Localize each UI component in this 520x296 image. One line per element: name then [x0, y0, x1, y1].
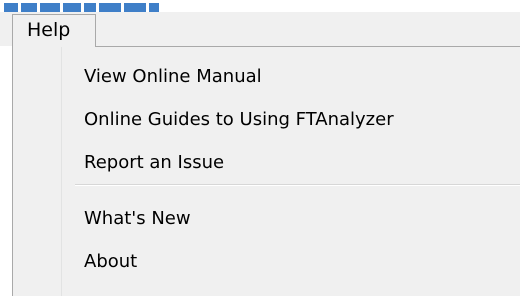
menu-help[interactable]: Help [12, 14, 96, 47]
toolbar-partial-icons [4, 0, 162, 15]
menu-help-label: Help [27, 19, 71, 41]
menu-item-label: Online Guides to Using FTAnalyzer [84, 109, 394, 130]
menu-item-about[interactable]: About [13, 246, 520, 278]
menu-item-label: What's New [84, 208, 191, 229]
menu-separator [75, 184, 520, 186]
window-top-strip [0, 0, 520, 15]
menu-item-label: About [84, 251, 138, 272]
menu-item-online-guides[interactable]: Online Guides to Using FTAnalyzer [13, 104, 520, 136]
help-dropdown-menu: View Online Manual Online Guides to Usin… [12, 46, 520, 296]
menu-item-view-online-manual[interactable]: View Online Manual [13, 61, 520, 93]
menu-item-label: View Online Manual [84, 66, 262, 87]
menu-item-label: Report an Issue [84, 152, 225, 173]
menu-item-whats-new[interactable]: What's New [13, 203, 520, 235]
menu-item-report-issue[interactable]: Report an Issue [13, 147, 520, 179]
